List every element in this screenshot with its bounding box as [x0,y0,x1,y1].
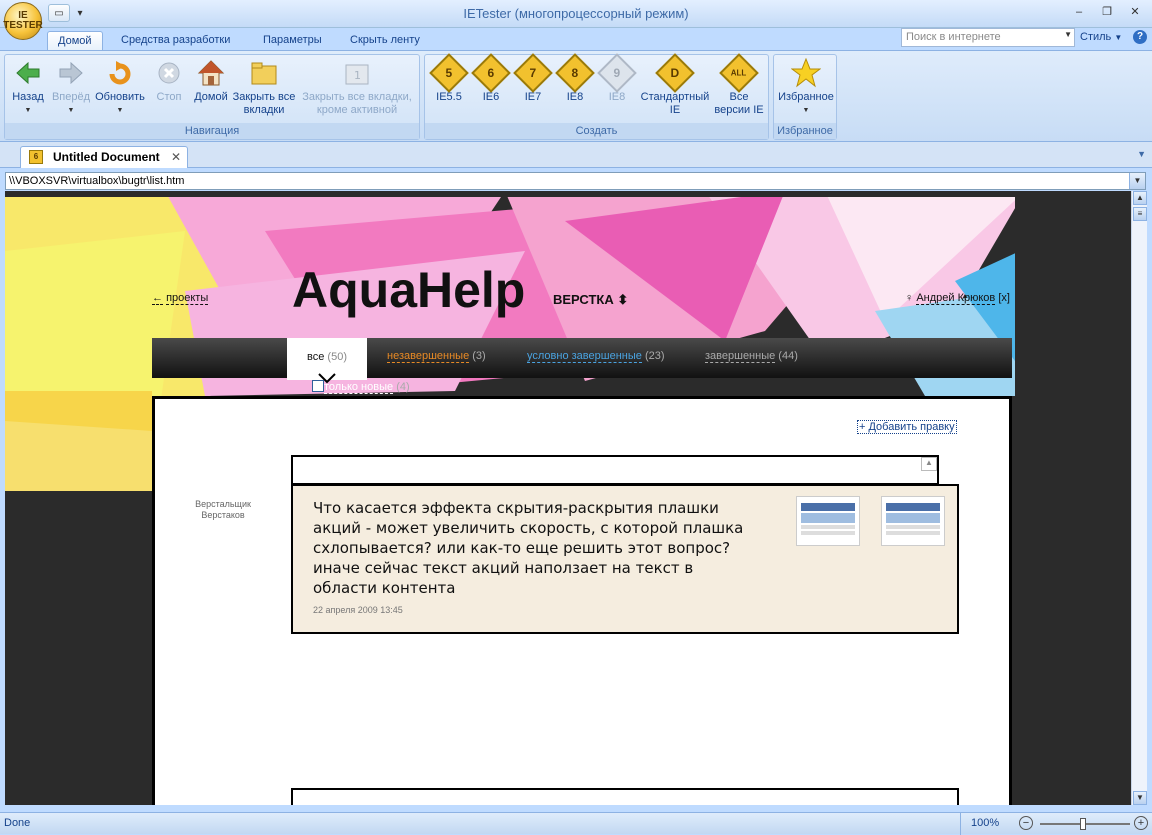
minimize-button[interactable]: – [1068,4,1090,20]
next-card [291,788,959,805]
tab-one-icon: 1 [341,57,373,89]
default-ie-badge-icon: D [655,53,695,93]
ie6-badge-icon: 6 [471,53,511,93]
user-info: ♀ Андрей Крюков [x] [905,292,1010,305]
ie8-button[interactable]: 8 IE8 [555,53,595,104]
site-logo: AquaHelp [292,262,526,318]
ie55-button[interactable]: 5 IE5.5 [429,53,469,104]
only-new-filter[interactable]: только новые (4) [312,380,410,394]
style-menu[interactable]: Стиль ▼ [1080,31,1122,43]
document-tab-bar: 6 Untitled Document ✕ ▼ [0,142,1152,168]
zoom-slider[interactable] [1040,818,1130,830]
address-bar[interactable]: \\VBOXSVR\virtualbox\bugtr\list.htm ▼ [5,172,1146,190]
web-view: ← проекты AquaHelp ВЕРСТКА ⬍ ♀ Андрей Кр… [5,191,1131,805]
favorites-button[interactable]: Избранное ▼ [776,57,836,117]
close-other-tabs-button[interactable]: 1 Закрыть все вкладки, кроме активной [297,57,417,117]
projects-back-link[interactable]: ← проекты [152,292,209,305]
window-controls: – ❐ ✕ [1068,4,1146,20]
ie6-tab-icon: 6 [29,150,43,164]
screenshot-thumbnail[interactable] [796,496,860,546]
ribbon: Назад ▼ Вперёд ▼ Обновить ▼ Стоп Домой Закр… [0,50,1152,142]
home-icon [195,57,227,89]
user-icon: ♀ [905,292,914,304]
chevron-down-icon: ▼ [1114,33,1123,42]
collapsed-card: ▲ [291,455,939,485]
all-ie-versions-button[interactable]: ALL Все версии IE [713,53,765,117]
ie7-badge-icon: 7 [513,53,553,93]
scroll-thumb[interactable]: ≡ [1133,207,1147,221]
logout-link[interactable]: [x] [998,292,1010,304]
title-bar: ▭ ▾ IETester (многопроцессорный режим) –… [0,0,1152,28]
ie8-badge-icon: 8 [555,53,595,93]
svg-text:1: 1 [354,69,361,82]
comment-author: Верстальщик Верстаков [195,499,251,520]
section-selector[interactable]: ВЕРСТКА ⬍ [553,292,628,308]
group-navigation: Назад ▼ Вперёд ▼ Обновить ▼ Стоп Домой Закр… [4,54,420,140]
comment-text: Что касается эффекта скрытия-раскрытия п… [313,499,744,597]
status-bar: Done 100% − + [0,812,1152,835]
tab-home[interactable]: Домой [47,31,103,51]
close-all-tabs-button[interactable]: Закрыть все вкладки [231,57,297,117]
folder-icon [248,57,280,89]
group-favorites: Избранное ▼ Избранное [773,54,837,140]
forward-arrow-icon [55,57,87,89]
scroll-down-icon[interactable]: ▼ [1133,791,1147,805]
zoom-out-icon[interactable]: − [1019,816,1033,830]
stop-button[interactable]: Стоп [151,57,187,104]
tab-dev-tools[interactable]: Средства разработки [111,31,240,51]
refresh-icon [104,57,136,89]
default-ie-button[interactable]: D Стандартный IE [639,53,711,117]
home-button[interactable]: Домой [191,57,231,104]
all-ie-badge-icon: ALL [719,53,759,93]
tab-settings[interactable]: Параметры [253,31,332,51]
filter-bar: все (50) незавершенные (3) условно завер… [152,338,1012,384]
ie9-badge-icon: 9 [597,53,637,93]
window-title: IETester (многопроцессорный режим) [463,6,689,21]
search-input[interactable]: Поиск в интернете ▼ [901,28,1075,47]
zoom-in-icon[interactable]: + [1134,816,1148,830]
close-tab-icon[interactable]: ✕ [171,147,181,167]
filter-conditional[interactable]: условно завершенные (23) [527,350,665,363]
tab-list-chevron-icon[interactable]: ▼ [1137,149,1146,159]
group-create: 5 IE5.5 6 IE6 7 IE7 8 IE8 9 IE8 D Стандартный … [424,53,769,140]
ie7-button[interactable]: 7 IE7 [513,53,553,104]
group-label-favorites: Избранное [774,123,836,139]
checkbox[interactable] [312,380,324,392]
zoom-slider-thumb[interactable] [1080,818,1086,830]
group-label-navigation: Навигация [5,123,419,139]
back-button[interactable]: Назад ▼ [9,57,47,117]
star-icon [790,57,822,89]
add-fix-link[interactable]: + Добавить правку [857,420,957,434]
back-arrow-icon [12,57,44,89]
filter-all[interactable]: все (50) [287,338,367,384]
divider [960,813,961,835]
collapse-arrow-icon[interactable]: ▲ [921,457,937,471]
app-orb-button[interactable]: IE TESTER [3,2,43,40]
sort-arrows-icon: ⬍ [617,292,629,307]
address-dropdown-icon[interactable]: ▼ [1129,173,1145,189]
ie9-button[interactable]: 9 IE8 [597,53,637,104]
tab-hide-ribbon[interactable]: Скрыть ленту [340,31,430,51]
forward-button[interactable]: Вперёд ▼ [49,57,93,117]
filter-unfinished[interactable]: незавершенные (3) [387,350,486,363]
chevron-down-icon[interactable]: ▼ [1064,30,1072,39]
document-tab[interactable]: 6 Untitled Document ✕ [20,146,188,168]
refresh-button[interactable]: Обновить ▼ [93,57,147,117]
help-icon[interactable]: ? [1133,30,1147,44]
ie6-button[interactable]: 6 IE6 [471,53,511,104]
vertical-scrollbar[interactable]: ▲ ≡ ▼ [1131,191,1147,805]
scroll-up-icon[interactable]: ▲ [1133,191,1147,205]
user-link[interactable]: Андрей Крюков [916,292,996,305]
maximize-button[interactable]: ❐ [1096,4,1118,20]
comment-date: 22 апреля 2009 13:45 [313,605,403,615]
close-button[interactable]: ✕ [1124,4,1146,20]
group-label-create: Создать [425,123,768,139]
stop-icon [153,57,185,89]
screenshot-thumbnail[interactable] [881,496,945,546]
status-text: Done [4,817,31,829]
zoom-level: 100% [971,817,1000,829]
ie55-badge-icon: 5 [429,53,469,93]
filter-finished[interactable]: завершенные (44) [705,350,798,363]
